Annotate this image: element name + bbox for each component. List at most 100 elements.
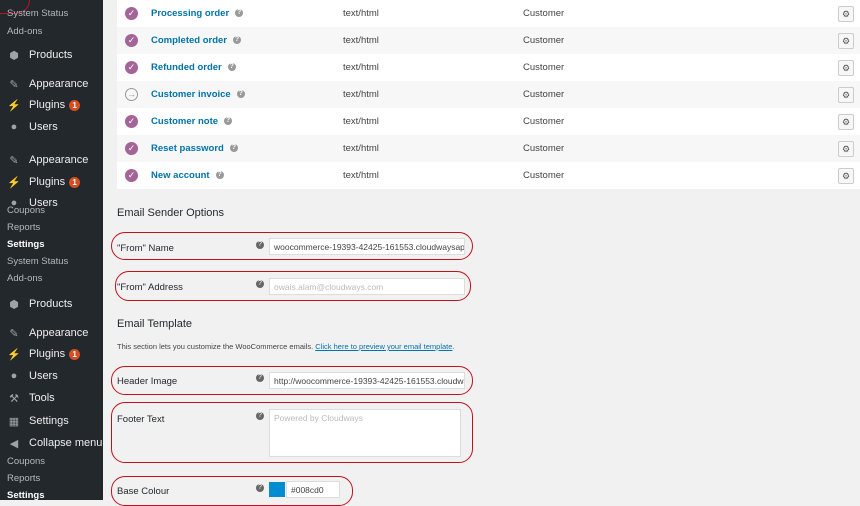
sidebar-sub-settings[interactable]: Settings — [7, 239, 44, 251]
recipient-cell: Customer — [523, 170, 565, 181]
update-count-badge: 1 — [69, 99, 81, 111]
email-name-text: Completed order — [151, 35, 228, 46]
content-type-cell: text/html — [343, 170, 379, 181]
sidebar-sub-coupons[interactable]: Coupons — [7, 205, 45, 217]
paintbrush-icon: ✎ — [9, 154, 19, 167]
content-type-cell: text/html — [343, 89, 379, 100]
sidebar-item-label: Products — [29, 298, 73, 310]
sidebar-item-settings[interactable]: ▦ Settings — [0, 411, 103, 431]
gear-icon[interactable]: ⚙ — [838, 140, 854, 157]
sidebar-item-appearance[interactable]: ✎ Appearance — [0, 150, 103, 170]
email-name-link[interactable]: Processing order? — [151, 8, 244, 19]
check-circle-icon: ✓ — [125, 142, 138, 155]
sidebar-item-users[interactable]: ● Users — [0, 366, 103, 386]
update-count-badge: 1 — [69, 176, 81, 188]
sidebar-item-label: Users — [29, 370, 58, 382]
gear-icon[interactable]: ⚙ — [838, 167, 854, 184]
sidebar-item-label: Appearance — [29, 154, 89, 166]
sidebar-item-products[interactable]: ⬢ Products — [0, 45, 103, 65]
help-tip-icon[interactable]: ? — [229, 144, 238, 153]
content-type-cell: text/html — [343, 116, 379, 127]
settings-icon: ▦ — [8, 415, 20, 428]
help-tip-icon[interactable]: ? — [235, 9, 244, 18]
table-row: ✓ Refunded order? text/html Customer ⚙ — [117, 54, 860, 81]
gear-icon[interactable]: ⚙ — [838, 5, 854, 22]
email-name-link[interactable]: Customer note? — [151, 116, 233, 127]
sidebar-sub-system-status[interactable]: System Status — [7, 256, 68, 268]
recipient-cell: Customer — [523, 116, 565, 127]
sidebar-sub-settings[interactable]: Settings — [7, 490, 44, 500]
main-content: ✓ Processing order? text/html Customer ⚙ ✓ Com… — [103, 0, 860, 506]
sidebar-sub-reports[interactable]: Reports — [7, 473, 40, 485]
highlight-oval — [111, 366, 473, 395]
email-name-link[interactable]: Customer invoice? — [151, 89, 245, 100]
sidebar-item-label: Products — [29, 49, 73, 61]
email-name-text: Customer note — [151, 116, 219, 127]
plugin-icon: ⚡ — [7, 99, 21, 112]
help-tip-icon[interactable]: ? — [236, 90, 245, 99]
sidebar-item-tools[interactable]: ⚒ Tools — [0, 388, 103, 408]
check-circle-icon: ✓ — [125, 34, 138, 47]
update-count-badge: 1 — [69, 348, 81, 360]
sidebar-item-label: Tools — [29, 392, 55, 404]
email-template-heading: Email Template — [117, 318, 192, 330]
sidebar-sub-system-status[interactable]: System Status — [7, 8, 68, 20]
sidebar-item-appearance[interactable]: ✎ Appearance — [0, 323, 103, 343]
check-circle-icon: ✓ — [125, 61, 138, 74]
sidebar-item-label: Collapse menu — [29, 437, 103, 449]
admin-sidebar: System Status Add-ons ⬢ Products ✎ Appeara… — [0, 0, 103, 500]
sidebar-sub-addons[interactable]: Add-ons — [7, 26, 42, 38]
collapse-menu-button[interactable]: ◀ Collapse menu — [0, 433, 103, 453]
sidebar-item-plugins[interactable]: ⚡ Plugins 1 — [0, 344, 103, 364]
recipient-cell: Customer — [523, 143, 565, 154]
sidebar-item-label: Appearance — [29, 327, 89, 339]
email-name-text: Customer invoice — [151, 89, 231, 100]
sidebar-item-products[interactable]: ⬢ Products — [0, 294, 103, 314]
sidebar-item-label: Appearance — [29, 78, 89, 90]
gear-icon[interactable]: ⚙ — [838, 86, 854, 103]
sidebar-sub-reports[interactable]: Reports — [7, 222, 40, 234]
sidebar-item-label: Users — [29, 121, 58, 133]
plugin-icon: ⚡ — [7, 176, 21, 189]
email-name-link[interactable]: Refunded order? — [151, 62, 236, 73]
sidebar-item-label: Plugins — [29, 348, 66, 360]
sidebar-item-appearance[interactable]: ✎ Appearance — [0, 74, 103, 94]
arrow-circle-icon: → — [125, 88, 138, 101]
email-name-text: Reset password — [151, 143, 224, 154]
check-circle-icon: ✓ — [125, 169, 138, 182]
gear-icon[interactable]: ⚙ — [838, 59, 854, 76]
sidebar-sub-coupons[interactable]: Coupons — [7, 456, 45, 468]
paintbrush-icon: ✎ — [9, 327, 19, 340]
help-tip-icon[interactable]: ? — [227, 63, 236, 72]
check-circle-icon: ✓ — [125, 115, 138, 128]
recipient-cell: Customer — [523, 8, 565, 19]
content-type-cell: text/html — [343, 8, 379, 19]
help-tip-icon[interactable]: ? — [233, 36, 242, 45]
sidebar-item-label: Plugins — [29, 99, 66, 111]
sidebar-item-users[interactable]: ● Users — [0, 117, 103, 137]
email-name-text: Refunded order — [151, 62, 222, 73]
sidebar-item-label: Plugins — [29, 176, 66, 188]
content-type-cell: text/html — [343, 35, 379, 46]
table-row: ✓ Reset password? text/html Customer ⚙ — [117, 135, 860, 162]
paintbrush-icon: ✎ — [9, 78, 19, 91]
description-text: This section lets you customize the WooC… — [117, 342, 316, 351]
users-icon: ● — [10, 370, 18, 382]
gear-icon[interactable]: ⚙ — [838, 113, 854, 130]
email-name-link[interactable]: New account? — [151, 170, 224, 181]
preview-template-link[interactable]: Click here to preview your email templat… — [315, 342, 452, 351]
email-name-link[interactable]: Completed order? — [151, 35, 242, 46]
highlight-oval — [111, 476, 353, 506]
products-icon: ⬢ — [9, 49, 19, 62]
help-tip-icon[interactable]: ? — [224, 117, 233, 126]
products-icon: ⬢ — [9, 298, 19, 311]
gear-icon[interactable]: ⚙ — [838, 32, 854, 49]
description-end: . — [452, 342, 455, 351]
help-tip-icon[interactable]: ? — [215, 171, 224, 180]
sidebar-item-plugins[interactable]: ⚡ Plugins 1 — [0, 172, 103, 192]
email-name-link[interactable]: Reset password? — [151, 143, 238, 154]
highlight-oval — [111, 402, 473, 463]
check-circle-icon: ✓ — [125, 7, 138, 20]
sidebar-sub-addons[interactable]: Add-ons — [7, 273, 42, 285]
sidebar-item-plugins[interactable]: ⚡ Plugins 1 — [0, 95, 103, 115]
